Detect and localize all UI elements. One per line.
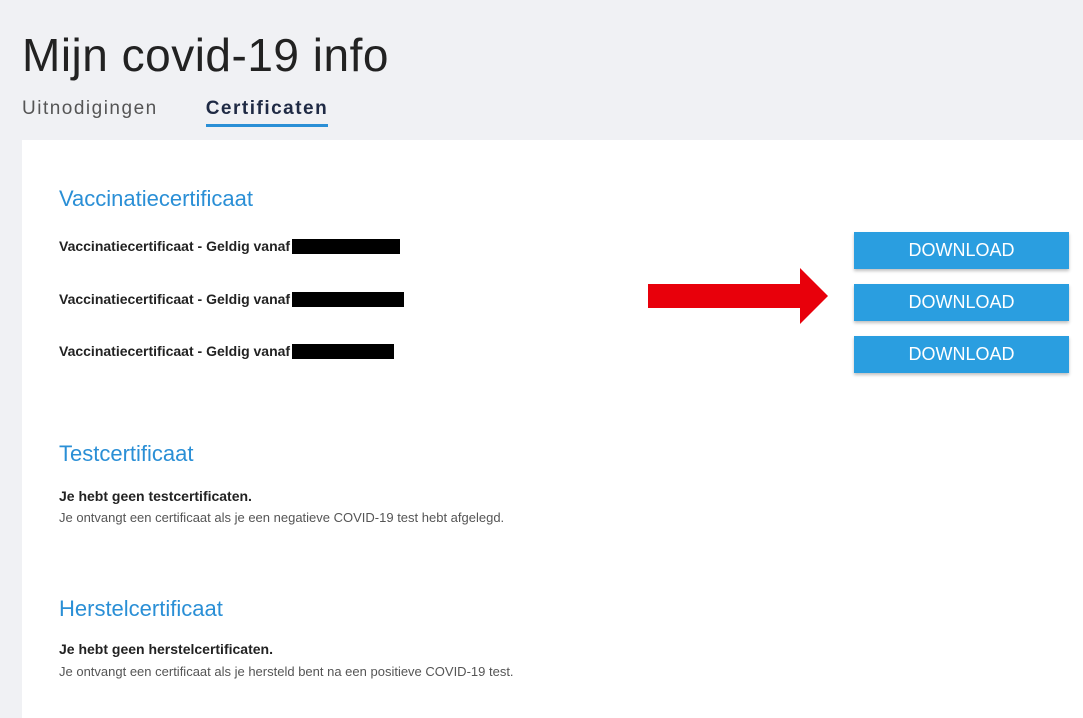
redacted-date	[292, 291, 405, 307]
test-empty-description: Je ontvangt een certificaat als je een n…	[59, 510, 505, 525]
tab-certificaten[interactable]: Certificaten	[205, 98, 329, 127]
tab-uitnodigingen[interactable]: Uitnodigingen	[22, 98, 158, 127]
vaccination-cert-row: Vaccinatiecertificaat - Geldig vanaf	[59, 291, 405, 307]
right-arrow-icon	[648, 268, 828, 324]
page-title: Mijn covid-19 info	[22, 29, 389, 81]
cert-label: Vaccinatiecertificaat - Geldig vanaf	[59, 343, 291, 359]
cert-label: Vaccinatiecertificaat - Geldig vanaf	[59, 238, 291, 254]
download-button[interactable]: DOWNLOAD	[854, 284, 1069, 321]
vaccination-cert-row: Vaccinatiecertificaat - Geldig vanaf	[59, 238, 401, 254]
recovery-section-title: Herstelcertificaat	[59, 596, 223, 621]
download-button[interactable]: DOWNLOAD	[854, 336, 1069, 373]
recovery-empty-description: Je ontvangt een certificaat als je herst…	[59, 664, 514, 679]
tab-bar: Uitnodigingen Certificaten	[22, 98, 329, 127]
redacted-date	[292, 343, 395, 359]
test-section-title: Testcertificaat	[59, 441, 194, 466]
vaccination-cert-row: Vaccinatiecertificaat - Geldig vanaf	[59, 343, 395, 359]
vaccination-section-title: Vaccinatiecertificaat	[59, 186, 254, 211]
recovery-empty-title: Je hebt geen herstelcertificaten.	[59, 641, 273, 657]
redacted-date	[292, 238, 401, 254]
cert-label: Vaccinatiecertificaat - Geldig vanaf	[59, 291, 291, 307]
download-button[interactable]: DOWNLOAD	[854, 232, 1069, 269]
certificates-card: Vaccinatiecertificaat Vaccinatiecertific…	[22, 140, 1083, 718]
test-empty-title: Je hebt geen testcertificaten.	[59, 488, 252, 504]
